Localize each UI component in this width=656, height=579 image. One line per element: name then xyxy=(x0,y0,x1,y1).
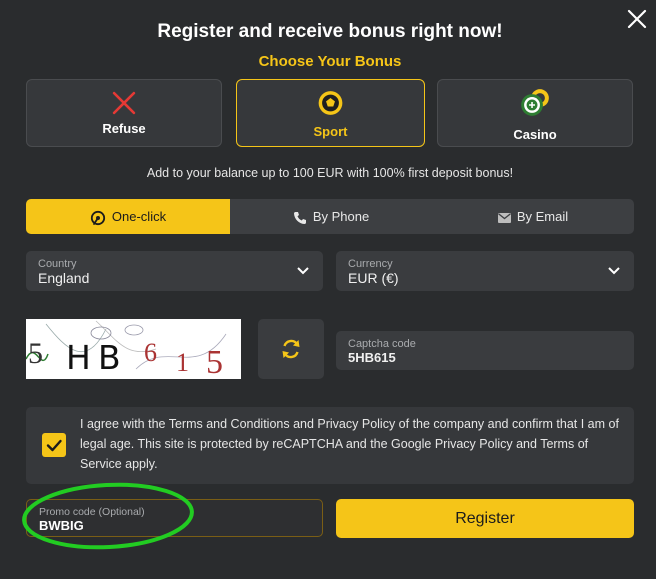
currency-select[interactable]: Currency EUR (€) xyxy=(336,251,634,291)
promo-code-input[interactable]: Promo code (Optional) BWBIG xyxy=(26,499,323,537)
checkmark-icon xyxy=(46,439,62,452)
country-value: England xyxy=(38,270,90,286)
registration-method-tabs: One-click By Phone By Email xyxy=(26,199,634,234)
tab-label: By Email xyxy=(516,209,569,224)
captcha-char: 6 xyxy=(144,338,157,367)
promo-code-value: BWBIG xyxy=(39,518,84,533)
tab-by-email[interactable]: By Email xyxy=(432,199,634,234)
captcha-char: 5 xyxy=(28,337,43,370)
bonus-option-casino[interactable]: Casino xyxy=(437,79,633,147)
choose-bonus-heading: Choose Your Bonus xyxy=(258,53,402,70)
soccer-ball-icon xyxy=(318,91,343,115)
agree-checkbox[interactable] xyxy=(42,433,66,457)
country-label: Country xyxy=(38,258,77,270)
currency-value: EUR (€) xyxy=(348,270,399,286)
bonus-option-label: Casino xyxy=(513,127,557,142)
bonus-option-label: Sport xyxy=(313,124,348,139)
tab-label: By Phone xyxy=(312,209,370,224)
tab-one-click[interactable]: One-click xyxy=(26,199,230,234)
terms-agreement: I agree with the Terms and Conditions an… xyxy=(26,407,634,484)
register-button[interactable]: Register xyxy=(336,499,634,538)
bonus-option-refuse[interactable]: Refuse xyxy=(26,79,222,147)
phone-icon xyxy=(293,211,306,224)
captcha-code-value: 5HB615 xyxy=(348,350,396,365)
currency-label: Currency xyxy=(348,258,393,270)
captcha-char: H xyxy=(66,338,91,377)
x-icon xyxy=(112,91,136,115)
chevron-down-icon xyxy=(608,267,620,275)
captcha-code-input[interactable]: Captcha code 5HB615 xyxy=(336,331,634,370)
tab-label: One-click xyxy=(111,209,167,224)
one-click-icon xyxy=(90,210,106,225)
registration-dialog: Register and receive bonus right now! Ch… xyxy=(0,0,656,579)
country-select[interactable]: Country England xyxy=(26,251,323,291)
captcha-code-label: Captcha code xyxy=(348,338,416,350)
email-icon xyxy=(497,212,511,223)
captcha-char: 1 xyxy=(176,348,189,377)
agreement-text: I agree with the Terms and Conditions an… xyxy=(80,417,619,471)
refresh-icon xyxy=(282,339,300,359)
captcha-image: 5 H B 6 1 5 xyxy=(26,319,241,379)
bonus-description: Add to your balance up to 100 EUR with 1… xyxy=(146,166,514,180)
bonus-option-sport[interactable]: Sport xyxy=(236,79,425,147)
refresh-captcha-button[interactable] xyxy=(258,319,324,379)
captcha-char: 5 xyxy=(206,344,223,379)
captcha-char: B xyxy=(98,338,121,377)
casino-chips-icon xyxy=(521,89,549,116)
promo-code-label: Promo code (Optional) xyxy=(39,506,145,518)
chevron-down-icon xyxy=(297,267,309,275)
tab-by-phone[interactable]: By Phone xyxy=(230,199,432,234)
dialog-title: Register and receive bonus right now! xyxy=(157,21,503,42)
bonus-option-label: Refuse xyxy=(102,121,146,136)
